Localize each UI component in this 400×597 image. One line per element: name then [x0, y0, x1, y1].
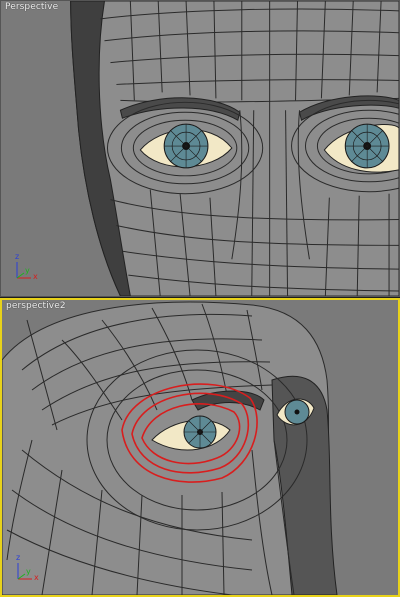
axis-y-label: y [25, 266, 30, 275]
head-mesh-three-quarter-view[interactable] [2, 300, 398, 595]
axis-y-label: y [26, 567, 31, 576]
axis-x-label: x [33, 272, 38, 281]
viewport-perspective[interactable]: Perspective z y x [0, 0, 400, 297]
viewport-label-perspective2[interactable]: perspective2 [6, 301, 66, 311]
axis-x-label: x [34, 573, 39, 582]
axis-gizmo-perspective: z y x [11, 252, 41, 282]
axis-z-label: z [15, 252, 20, 261]
axis-z-label: z [16, 553, 21, 562]
viewport-perspective2[interactable]: perspective2 z y x [0, 298, 400, 597]
viewport-label-perspective[interactable]: Perspective [5, 2, 58, 12]
axis-gizmo-perspective2: z y x [12, 553, 42, 583]
pupil-far [294, 409, 300, 415]
head-mesh-front-view[interactable] [1, 1, 399, 296]
